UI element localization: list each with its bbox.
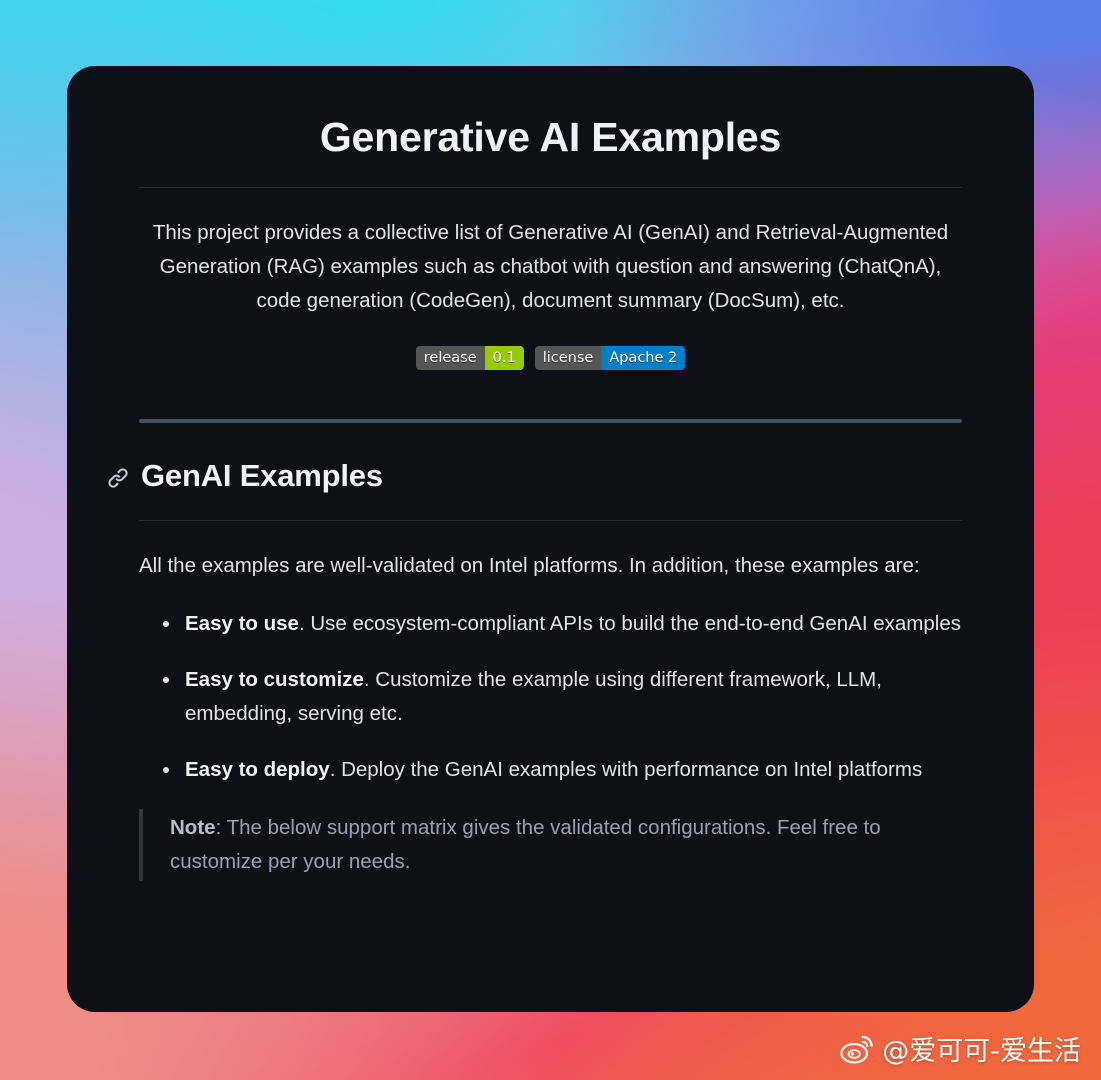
link-icon[interactable] bbox=[107, 467, 129, 489]
list-item-text: . Deploy the GenAI examples with perform… bbox=[329, 758, 923, 781]
weibo-icon bbox=[840, 1034, 874, 1064]
list-item: Easy to customize. Customize the example… bbox=[163, 663, 962, 731]
release-badge-value: 0.1 bbox=[484, 346, 524, 370]
page-title: Generative AI Examples bbox=[319, 114, 782, 160]
list-item-term: Easy to customize bbox=[185, 668, 364, 691]
release-badge-label: release bbox=[415, 346, 485, 370]
list-item-term: Easy to deploy bbox=[185, 758, 330, 781]
intro-paragraph: This project provides a collective list … bbox=[152, 221, 949, 312]
list-item: Easy to use. Use ecosystem-compliant API… bbox=[163, 607, 962, 641]
body-lead-paragraph: All the examples are well-validated on I… bbox=[139, 554, 920, 577]
release-badge[interactable]: release 0.1 bbox=[415, 346, 524, 370]
feature-list: Easy to use. Use ecosystem-compliant API… bbox=[139, 607, 962, 787]
list-item-text: . Use ecosystem-compliant APIs to build … bbox=[298, 612, 961, 635]
note-text: : The below support matrix gives the val… bbox=[170, 816, 881, 873]
license-badge[interactable]: license Apache 2 bbox=[534, 346, 686, 370]
section-divider bbox=[139, 419, 962, 423]
list-item-term: Easy to use bbox=[185, 612, 299, 635]
list-item: Easy to deploy. Deploy the GenAI example… bbox=[163, 753, 962, 787]
section-title: GenAI Examples bbox=[141, 458, 383, 493]
license-badge-value: Apache 2 bbox=[601, 346, 686, 370]
section-title-divider bbox=[139, 520, 962, 521]
watermark: @爱可可-爱生活 bbox=[840, 1029, 1081, 1068]
title-divider bbox=[139, 187, 962, 188]
note-blockquote: Note: The below support matrix gives the… bbox=[139, 809, 962, 881]
badge-row: release 0.1 license Apache 2 bbox=[139, 346, 962, 370]
readme-card: Generative AI Examples This project prov… bbox=[67, 66, 1034, 1012]
section-heading-row: GenAI Examples bbox=[107, 458, 962, 494]
note-term: Note bbox=[170, 816, 216, 839]
license-badge-label: license bbox=[534, 346, 602, 370]
watermark-handle: @爱可可-爱生活 bbox=[882, 1036, 1081, 1067]
